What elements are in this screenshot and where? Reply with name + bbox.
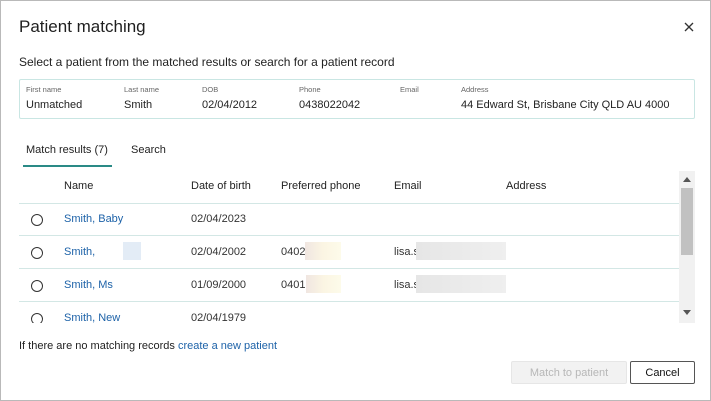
- redacted-block: [306, 275, 341, 293]
- summary-address-value: 44 Edward St, Brisbane City QLD AU 4000: [461, 99, 670, 111]
- match-results-table: Name Date of birth Preferred phone Email…: [19, 171, 695, 323]
- tab-match-results[interactable]: Match results (7): [26, 144, 108, 156]
- scroll-thumb[interactable]: [681, 188, 693, 255]
- table-row[interactable]: Smith, New 02/04/1979: [19, 303, 679, 323]
- summary-last-name-label: Last name: [124, 85, 160, 94]
- summary-dob: DOB 02/04/2012: [202, 85, 257, 111]
- redacted-block: [305, 242, 341, 260]
- summary-phone: Phone 0438022042: [299, 85, 360, 111]
- summary-dob-value: 02/04/2012: [202, 99, 258, 111]
- select-radio[interactable]: [31, 214, 43, 226]
- table-row[interactable]: Smith, 02/04/2002 0402 lisa.s: [19, 237, 679, 269]
- table-row[interactable]: Smith, Ms 01/09/2000 0401 lisa.s: [19, 270, 679, 302]
- header-email: Email: [394, 180, 422, 192]
- cancel-button[interactable]: Cancel: [630, 361, 695, 384]
- summary-dob-label: DOB: [202, 85, 219, 94]
- patient-matching-dialog: Patient matching Select a patient from t…: [0, 0, 711, 401]
- no-match-message: If there are no matching records create …: [19, 340, 277, 352]
- patient-dob: 01/09/2000: [191, 279, 247, 291]
- patient-phone: 0402: [281, 246, 306, 258]
- summary-first-name: First name Unmatched: [26, 85, 82, 111]
- table-row[interactable]: Smith, Baby 02/04/2023: [19, 204, 679, 236]
- select-radio[interactable]: [31, 280, 43, 292]
- no-match-text: If there are no matching records: [19, 340, 178, 352]
- dialog-subtitle: Select a patient from the matched result…: [19, 55, 395, 69]
- patient-name-link[interactable]: Smith, New: [64, 312, 120, 323]
- table-scrollbar[interactable]: [679, 171, 695, 323]
- dialog-title: Patient matching: [19, 17, 146, 36]
- patient-summary: First name Unmatched Last name Smith DOB…: [19, 79, 695, 119]
- summary-email: Email: [400, 85, 419, 99]
- redacted-block: [123, 242, 141, 260]
- header-name: Name: [64, 180, 94, 192]
- match-to-patient-button[interactable]: Match to patient: [511, 361, 627, 384]
- summary-first-name-value: Unmatched: [26, 99, 83, 111]
- active-tab-indicator: [23, 165, 112, 167]
- patient-dob: 02/04/1979: [191, 312, 247, 323]
- patient-name-link[interactable]: Smith, Ms: [64, 279, 113, 291]
- patient-phone: 0401: [281, 279, 306, 291]
- summary-first-name-label: First name: [26, 85, 62, 94]
- summary-address-label: Address: [461, 85, 489, 94]
- patient-name-link[interactable]: Smith, Baby: [64, 213, 123, 225]
- tab-bar: Match results (7) Search: [19, 141, 179, 167]
- summary-phone-label: Phone: [299, 85, 321, 94]
- summary-address: Address 44 Edward St, Brisbane City QLD …: [461, 85, 670, 111]
- patient-dob: 02/04/2002: [191, 246, 247, 258]
- summary-email-label: Email: [400, 85, 419, 94]
- table-header: Name Date of birth Preferred phone Email…: [19, 171, 679, 204]
- summary-last-name: Last name Smith: [124, 85, 159, 111]
- patient-dob: 02/04/2023: [191, 213, 247, 225]
- redacted-block: [416, 242, 506, 260]
- select-radio[interactable]: [31, 313, 43, 323]
- tab-search[interactable]: Search: [131, 144, 166, 156]
- header-phone: Preferred phone: [281, 180, 361, 192]
- summary-last-name-value: Smith: [124, 99, 153, 111]
- header-dob: Date of birth: [191, 180, 251, 192]
- patient-name-link[interactable]: Smith,: [64, 246, 95, 258]
- header-address: Address: [506, 180, 547, 192]
- close-icon[interactable]: [682, 20, 696, 34]
- redacted-block: [416, 275, 506, 293]
- select-radio[interactable]: [31, 247, 43, 259]
- scroll-up-icon[interactable]: [683, 177, 691, 182]
- create-new-patient-link[interactable]: create a new patient: [178, 340, 277, 352]
- scroll-down-icon[interactable]: [683, 310, 691, 315]
- summary-phone-value: 0438022042: [299, 99, 361, 111]
